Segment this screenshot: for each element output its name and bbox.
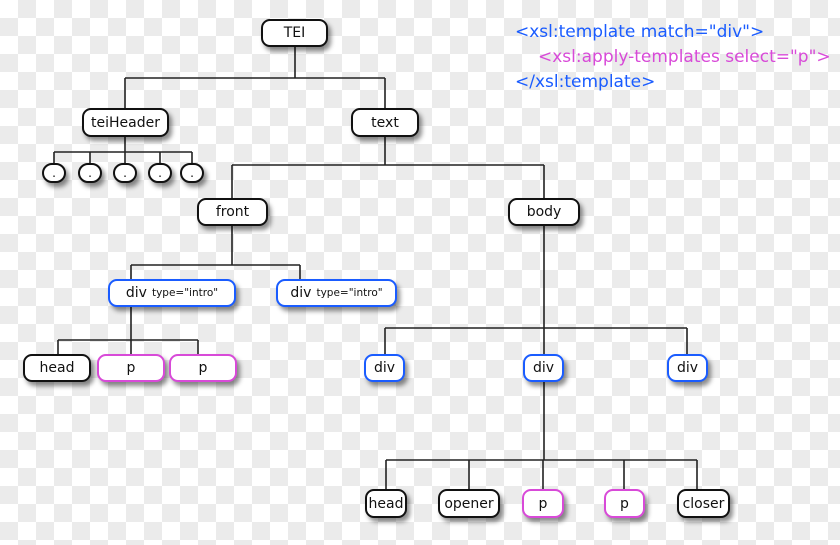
node-label: p — [126, 360, 136, 376]
node-label: div — [290, 285, 312, 301]
node-label: div — [373, 360, 396, 376]
node-p: p — [169, 354, 237, 382]
node-p: p — [97, 354, 165, 382]
node-label: front — [215, 204, 250, 220]
node-div-intro: div type="intro" — [276, 279, 397, 307]
node-label: head — [368, 495, 404, 512]
node-label: body — [526, 204, 562, 220]
node-label: p — [198, 360, 208, 376]
node-label: p — [538, 495, 548, 512]
node-div-intro: div type="intro" — [108, 279, 236, 307]
xsl-apply-templates: <xsl:apply-templates select="p"> — [538, 47, 831, 67]
node-attribute: type="intro" — [316, 287, 383, 299]
node-p: p — [522, 489, 564, 518]
node-ellipsis: . — [42, 163, 66, 183]
node-ellipsis: . — [180, 163, 204, 183]
node-label: opener — [444, 495, 494, 512]
node-teiheader: teiHeader — [82, 108, 169, 137]
node-front: front — [197, 198, 268, 226]
tree-connectors — [53, 46, 698, 489]
node-label: div — [676, 360, 699, 376]
node-div: div — [523, 354, 564, 382]
node-ellipsis: . — [78, 163, 102, 183]
node-div: div — [667, 354, 708, 382]
node-label: teiHeader — [91, 114, 160, 131]
node-label: div — [125, 285, 147, 301]
node-ellipsis: . — [148, 163, 172, 183]
node-label: . — [88, 166, 92, 180]
node-label: div — [532, 360, 555, 376]
node-ellipsis: . — [113, 163, 137, 183]
node-attribute: type="intro" — [151, 287, 219, 299]
node-opener: opener — [438, 489, 500, 518]
node-label: p — [620, 495, 629, 512]
node-label: closer — [682, 495, 725, 512]
node-text: text — [351, 108, 419, 137]
node-closer: closer — [677, 489, 730, 518]
node-div: div — [364, 354, 405, 382]
node-p: p — [604, 489, 645, 518]
node-head: head — [365, 489, 407, 518]
node-label: head — [39, 360, 75, 376]
xsl-template-open: <xsl:template match="div"> — [515, 22, 765, 42]
node-label: TEI — [283, 25, 306, 41]
node-head: head — [23, 354, 91, 382]
node-label: . — [52, 166, 56, 180]
node-body: body — [508, 198, 580, 226]
node-label: . — [158, 166, 162, 180]
node-label: . — [190, 166, 194, 180]
node-label: . — [123, 166, 127, 180]
node-label: text — [371, 114, 399, 131]
node-tei: TEI — [261, 19, 328, 47]
xsl-template-close: </xsl:template> — [515, 72, 656, 92]
